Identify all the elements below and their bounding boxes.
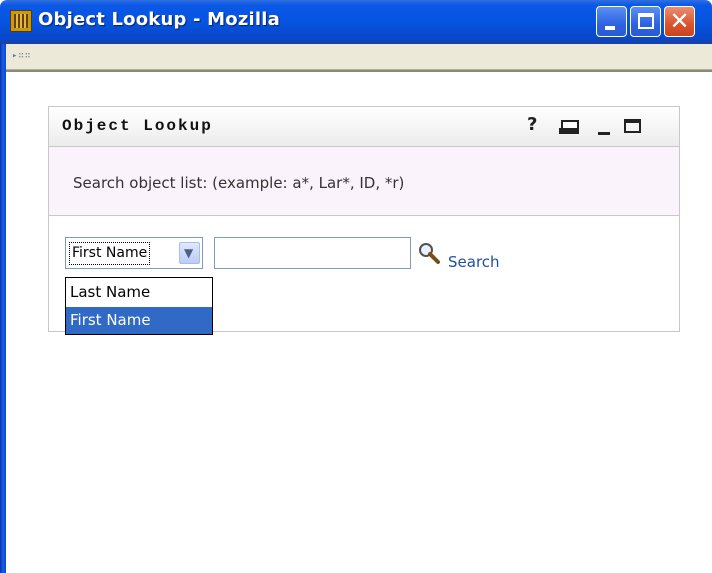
browser-toolbar: ▸∷∷ [6,44,712,70]
maximize-icon [638,13,654,29]
window-titlebar[interactable]: Object Lookup - Mozilla ✕ [0,0,712,44]
window-close-button[interactable]: ✕ [664,6,695,37]
portlet-header: Object Lookup ? [49,107,679,147]
portlet-minimize-icon[interactable] [598,115,612,139]
object-lookup-portlet: Object Lookup ? Search object list: (exa… [48,106,680,335]
minimize-icon [605,26,615,30]
chevron-down-icon: ▼ [184,246,194,260]
close-icon: ✕ [669,7,690,35]
portlet-title: Object Lookup [62,117,213,135]
option-last-name[interactable]: Last Name [66,279,212,306]
instruction-band: Search object list: (example: a*, Lar*, … [49,147,679,216]
search-query-input[interactable] [214,237,411,269]
toolbar-grip-icon[interactable]: ▸∷∷ [12,51,31,61]
print-icon[interactable] [559,115,579,139]
search-field-selected-value: First Name [69,242,151,265]
window-minimize-button[interactable] [596,6,627,37]
search-field-select[interactable]: First Name ▼ [65,237,203,269]
mozilla-app-icon[interactable] [10,10,32,32]
window-title: Object Lookup - Mozilla [38,9,280,30]
search-instruction: Search object list: (example: a*, Lar*, … [73,174,405,192]
help-icon[interactable]: ? [527,114,537,138]
portlet-maximize-icon[interactable] [624,115,642,139]
window-maximize-button[interactable] [630,6,661,37]
page-content: Object Lookup ? Search object list: (exa… [6,72,712,573]
magnifier-icon[interactable] [417,241,441,265]
select-dropdown-button[interactable]: ▼ [179,242,200,264]
search-field-options-list: Last Name First Name [65,277,213,335]
search-link[interactable]: Search [448,253,500,271]
option-first-name[interactable]: First Name [66,307,212,334]
